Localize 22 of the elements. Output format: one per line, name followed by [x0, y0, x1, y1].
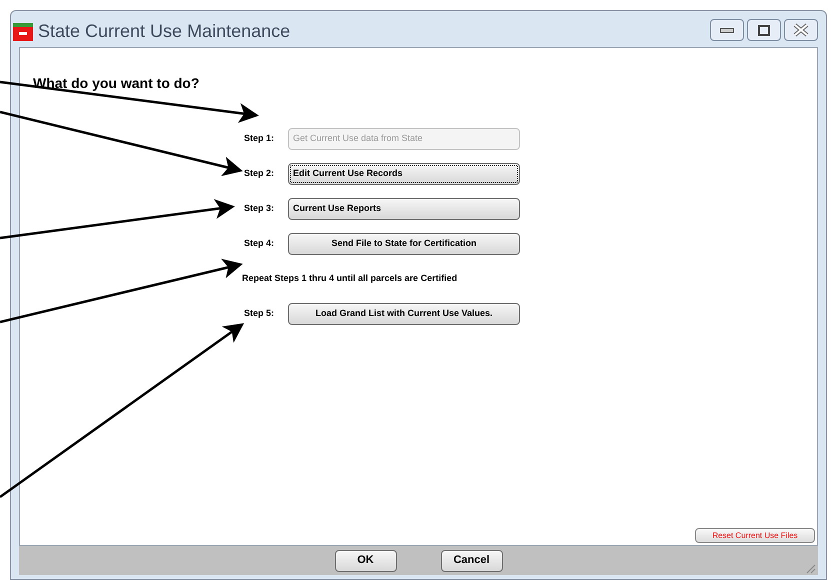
instruction-text: Repeat Steps 1 thru 4 until all parcels are Certified	[242, 272, 458, 285]
minimize-icon	[720, 28, 734, 32]
maximize-icon	[758, 24, 770, 36]
step-label: Step 4:	[243, 236, 276, 250]
reset-button[interactable]: Reset Current Use Files	[695, 528, 815, 543]
step-label: Step 1:	[243, 132, 276, 145]
minimize-button[interactable]	[710, 19, 744, 41]
ok-button[interactable]: OK	[334, 550, 396, 572]
step-label: Step 3:	[243, 202, 276, 215]
window-title: State Current Use Maintenance	[38, 20, 290, 42]
step-label: Step 5:	[243, 306, 276, 320]
step-label: Step 2:	[243, 166, 276, 180]
step-button[interactable]: Send File to State for Certification	[288, 232, 520, 254]
step-button[interactable]: Load Grand List with Current Use Values.	[288, 302, 520, 324]
cancel-button[interactable]: Cancel	[440, 550, 502, 572]
close-icon	[793, 23, 809, 37]
close-button[interactable]	[784, 19, 818, 41]
resize-grip-icon	[804, 562, 816, 574]
step-button[interactable]: Edit Current Use Records	[288, 162, 520, 184]
app-icon	[12, 23, 34, 41]
maximize-button[interactable]	[747, 19, 781, 41]
step-button[interactable]: Current Use Reports	[288, 198, 520, 220]
